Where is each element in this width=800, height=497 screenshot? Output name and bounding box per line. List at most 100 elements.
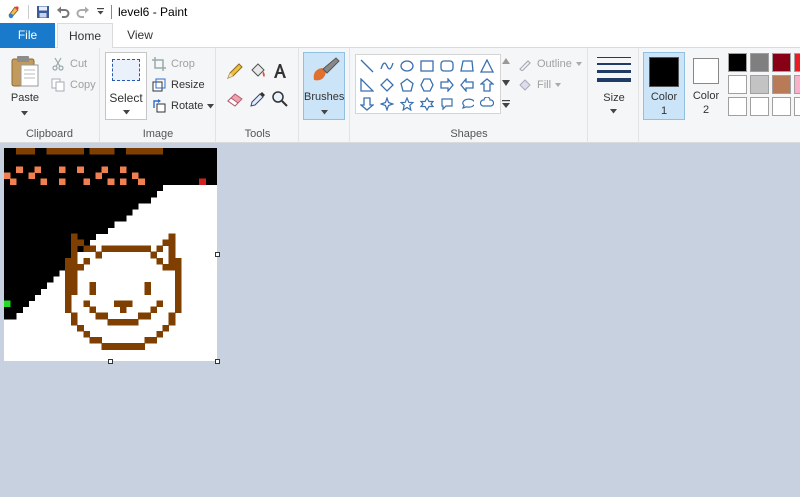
- black-fill-region: [4, 202, 139, 210]
- save-icon[interactable]: [33, 2, 53, 22]
- black-fill-region: [4, 306, 23, 314]
- left-arrow-shape-icon[interactable]: [458, 76, 476, 94]
- orange-dot: [119, 178, 127, 186]
- line-shape-icon[interactable]: [358, 57, 376, 75]
- crop-icon: [151, 56, 167, 72]
- diamond-shape-icon[interactable]: [378, 76, 396, 94]
- palette-swatch[interactable]: [794, 75, 800, 94]
- paint-app-icon[interactable]: [4, 2, 24, 22]
- shapes-scroll[interactable]: [501, 54, 511, 114]
- size-label: Size: [603, 92, 625, 104]
- palette-swatch[interactable]: [772, 97, 791, 116]
- right-triangle-shape-icon[interactable]: [358, 76, 376, 94]
- outline-button[interactable]: Outline: [517, 55, 582, 73]
- undo-icon[interactable]: [53, 2, 73, 22]
- text-icon[interactable]: [270, 61, 290, 81]
- scroll-down-icon: [502, 80, 510, 86]
- black-fill-region: [4, 282, 48, 289]
- palette-swatch[interactable]: [750, 75, 769, 94]
- drawing-canvas[interactable]: [4, 148, 218, 361]
- curve-shape-icon[interactable]: [378, 57, 396, 75]
- eraser-icon[interactable]: [225, 89, 245, 109]
- cat-outline-pixel: [156, 331, 164, 338]
- crop-button[interactable]: Crop: [151, 55, 195, 73]
- window-title: level6 - Paint: [118, 4, 188, 19]
- brushes-button[interactable]: Brushes: [303, 52, 345, 120]
- rounded-callout-icon[interactable]: [438, 95, 456, 113]
- shapes-group: Outline Fill Shapes: [351, 48, 588, 143]
- oval-shape-icon[interactable]: [398, 57, 416, 75]
- cat-outline-pixel: [77, 324, 84, 332]
- hexagon-shape-icon[interactable]: [418, 76, 436, 94]
- six-point-star-icon[interactable]: [418, 95, 436, 113]
- cut-button[interactable]: Cut: [50, 55, 87, 73]
- polygon-shape-icon[interactable]: [458, 57, 476, 75]
- orange-dot: [107, 178, 115, 186]
- oval-callout-icon[interactable]: [458, 95, 476, 113]
- cloud-callout-icon[interactable]: [478, 95, 496, 113]
- palette-swatch[interactable]: [728, 53, 747, 72]
- color2-number: 2: [702, 104, 710, 116]
- palette-swatch[interactable]: [794, 97, 800, 116]
- cat-outline-pixel: [162, 324, 170, 332]
- resize-handle-right[interactable]: [215, 252, 220, 257]
- black-fill-region: [4, 294, 35, 301]
- pentagon-shape-icon[interactable]: [398, 76, 416, 94]
- color1-button[interactable]: Color 1: [643, 52, 685, 120]
- palette-swatch[interactable]: [772, 75, 791, 94]
- size-group: Size: [589, 48, 639, 143]
- fill-button[interactable]: Fill: [517, 76, 562, 94]
- palette-swatch[interactable]: [750, 53, 769, 72]
- rounded-rectangle-shape-icon[interactable]: [438, 57, 456, 75]
- redo-icon[interactable]: [73, 2, 93, 22]
- cat-outline-pixel: [168, 233, 176, 259]
- down-arrow-shape-icon[interactable]: [358, 95, 376, 113]
- size-dropdown-icon: [610, 109, 617, 114]
- color1-label: Color: [650, 91, 678, 103]
- four-point-star-icon[interactable]: [378, 95, 396, 113]
- customize-qat-icon[interactable]: [93, 2, 107, 22]
- palette-swatch[interactable]: [750, 97, 769, 116]
- palette-swatch[interactable]: [728, 75, 747, 94]
- paste-button[interactable]: Paste: [6, 52, 44, 118]
- orange-dot: [16, 166, 23, 173]
- magnifier-icon[interactable]: [270, 89, 290, 109]
- rotate-button[interactable]: Rotate: [151, 97, 215, 115]
- black-fill-region: [4, 257, 72, 265]
- black-fill-region: [4, 270, 60, 277]
- palette-swatch[interactable]: [794, 53, 800, 72]
- black-fill-region: [4, 288, 42, 295]
- select-button[interactable]: Select: [105, 52, 147, 120]
- right-arrow-shape-icon[interactable]: [438, 76, 456, 94]
- fill-bucket-icon[interactable]: [248, 61, 268, 81]
- tab-home[interactable]: Home: [57, 23, 113, 49]
- copy-button[interactable]: Copy: [50, 76, 96, 94]
- color2-swatch: [693, 58, 719, 84]
- black-fill-region: [4, 251, 78, 259]
- clipboard-group: Paste Cut Copy Clipboard: [0, 48, 100, 143]
- clipboard-group-label: Clipboard: [25, 128, 74, 140]
- fill-dropdown-icon: [555, 83, 562, 87]
- size-button[interactable]: Size: [592, 52, 636, 120]
- cat-outline-pixel: [71, 312, 78, 326]
- palette-swatch[interactable]: [728, 97, 747, 116]
- triangle-shape-icon[interactable]: [478, 57, 496, 75]
- up-arrow-shape-icon[interactable]: [478, 76, 496, 94]
- five-point-star-icon[interactable]: [398, 95, 416, 113]
- resize-handle-bottom[interactable]: [108, 359, 113, 364]
- black-fill-region: [4, 215, 127, 222]
- orange-dot: [132, 172, 139, 179]
- rectangle-shape-icon[interactable]: [418, 57, 436, 75]
- cat-outline-pixel: [156, 245, 164, 253]
- tab-view[interactable]: View: [115, 23, 165, 48]
- palette-swatch[interactable]: [772, 53, 791, 72]
- tab-file[interactable]: File: [0, 23, 55, 48]
- resize-handle-corner[interactable]: [215, 359, 220, 364]
- expand-gallery-icon: [502, 100, 510, 108]
- color-picker-icon[interactable]: [248, 89, 268, 109]
- pencil-icon[interactable]: [225, 61, 245, 81]
- brushes-label: Brushes: [304, 91, 345, 103]
- resize-button[interactable]: Resize: [151, 76, 205, 94]
- orange-dot: [34, 166, 42, 173]
- color2-button[interactable]: Color 2: [687, 52, 725, 120]
